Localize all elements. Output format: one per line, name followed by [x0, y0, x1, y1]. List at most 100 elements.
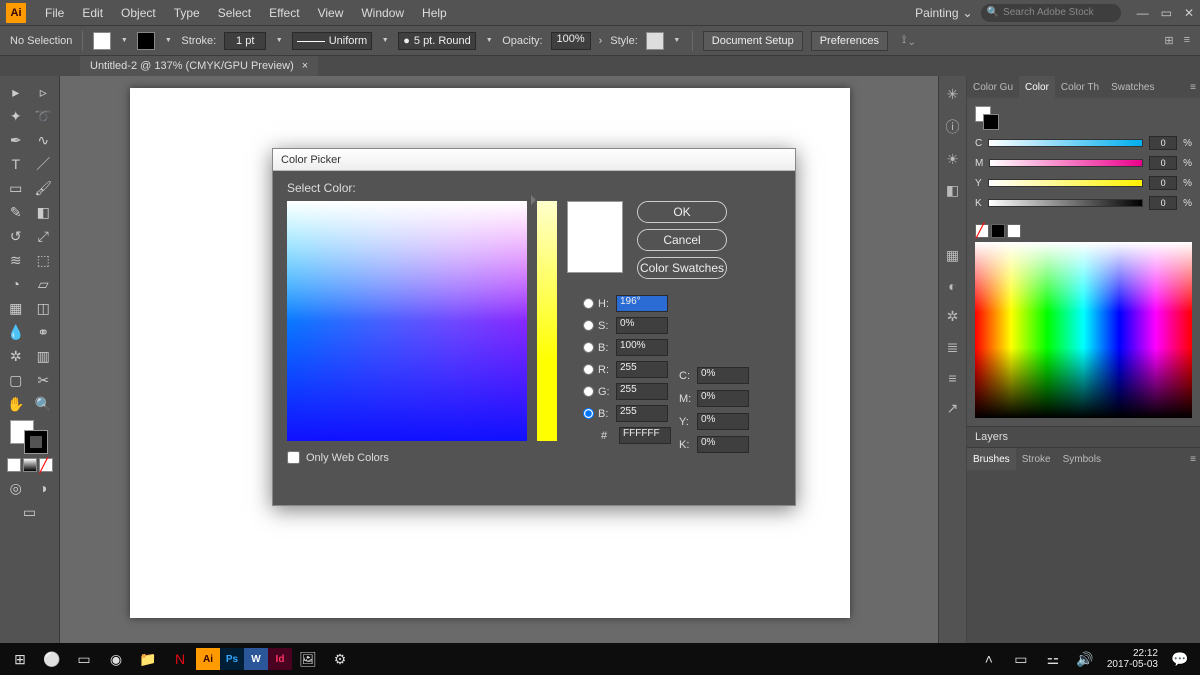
perspective-tool[interactable]: ▱: [30, 272, 58, 296]
y2-input[interactable]: 0%: [697, 413, 749, 430]
window-close-icon[interactable]: ✕: [1184, 6, 1194, 20]
eyedropper-tool[interactable]: 💧: [2, 320, 30, 344]
white-swatch-icon[interactable]: [1007, 224, 1021, 238]
brushes-icon[interactable]: ◐: [948, 278, 956, 294]
word-icon[interactable]: W: [244, 648, 268, 670]
tab-color[interactable]: Color: [1019, 76, 1055, 98]
opacity-arrow-icon[interactable]: ›: [599, 35, 603, 47]
line-tool[interactable]: ／: [30, 152, 58, 176]
chrome-icon[interactable]: ◉: [100, 645, 132, 673]
b-input[interactable]: 100%: [616, 339, 668, 356]
tab-symbols[interactable]: Symbols: [1057, 448, 1107, 470]
shaper-tool[interactable]: ✎: [2, 200, 30, 224]
cortana-search-icon[interactable]: ⚪: [36, 645, 68, 673]
draw-mode-icon[interactable]: ◑: [30, 476, 58, 500]
width-tool[interactable]: ≋: [2, 248, 30, 272]
notification-icon[interactable]: 💬: [1164, 645, 1196, 673]
menu-select[interactable]: Select: [209, 2, 260, 24]
k-slider[interactable]: [988, 199, 1143, 207]
stroke-dropdown[interactable]: ▼: [163, 33, 173, 49]
align-icon[interactable]: ≣: [947, 339, 959, 356]
curvature-tool[interactable]: ∿: [30, 128, 58, 152]
direct-selection-tool[interactable]: ▹: [30, 80, 58, 104]
eraser-tool[interactable]: ◧: [30, 200, 58, 224]
stroke-profile[interactable]: Uniform: [292, 32, 372, 50]
hand-tool[interactable]: ✋: [2, 392, 30, 416]
window-restore-icon[interactable]: ▭: [1161, 6, 1172, 20]
type-tool[interactable]: T: [2, 152, 30, 176]
close-tab-icon[interactable]: ×: [302, 60, 308, 72]
s-radio[interactable]: [583, 320, 594, 331]
lasso-tool[interactable]: ➰: [30, 104, 58, 128]
free-transform-tool[interactable]: ⬚: [30, 248, 58, 272]
tab-stroke[interactable]: Stroke: [1016, 448, 1057, 470]
style-dropdown[interactable]: ▼: [672, 33, 682, 49]
ok-button[interactable]: OK: [637, 201, 727, 223]
color-field[interactable]: [287, 201, 527, 441]
k-value[interactable]: [1149, 196, 1177, 210]
color-gradient-icon[interactable]: [23, 458, 37, 472]
hex-input[interactable]: FFFFFF: [619, 427, 671, 444]
blend-tool[interactable]: ⚭: [30, 320, 58, 344]
search-stock-input[interactable]: 🔍 Search Adobe Stock: [981, 4, 1121, 22]
selection-tool[interactable]: ▸: [2, 80, 30, 104]
menu-view[interactable]: View: [309, 2, 353, 24]
tab-brushes[interactable]: Brushes: [967, 448, 1016, 470]
window-minimize-icon[interactable]: —: [1137, 6, 1149, 20]
menu-edit[interactable]: Edit: [73, 2, 112, 24]
profile-dropdown[interactable]: ▼: [380, 33, 390, 49]
m2-input[interactable]: 0%: [697, 390, 749, 407]
change-screen-mode-tool[interactable]: ▭: [2, 500, 57, 524]
slice-tool[interactable]: ✂: [30, 368, 58, 392]
panel-layers-header[interactable]: Layers: [967, 426, 1200, 448]
stroke-weight-input[interactable]: 1 pt: [224, 32, 266, 50]
y-slider[interactable]: [988, 179, 1143, 187]
magic-wand-tool[interactable]: ✦: [2, 104, 30, 128]
volume-icon[interactable]: 🔊: [1069, 645, 1101, 673]
rectangle-tool[interactable]: ▭: [2, 176, 30, 200]
align-icon[interactable]: ⟟ ⌄: [902, 34, 914, 47]
column-graph-tool[interactable]: ▥: [30, 344, 58, 368]
task-view-icon[interactable]: ▭: [68, 645, 100, 673]
color-spectrum[interactable]: [975, 242, 1192, 418]
transform-icon[interactable]: ◧: [946, 182, 959, 199]
stroke-swatch[interactable]: [137, 32, 155, 50]
m-value[interactable]: [1149, 156, 1177, 170]
m-slider[interactable]: [989, 159, 1143, 167]
opacity-input[interactable]: 100%: [551, 32, 591, 50]
color-none-icon[interactable]: ╱: [39, 458, 53, 472]
y-value[interactable]: [1149, 176, 1177, 190]
style-swatch[interactable]: [646, 32, 664, 50]
black-swatch-icon[interactable]: [991, 224, 1005, 238]
none-swatch-icon[interactable]: ╱: [975, 224, 989, 238]
panel-menu-icon[interactable]: ≡: [1186, 454, 1200, 465]
tab-swatches[interactable]: Swatches: [1105, 76, 1160, 98]
transform-panel-icon[interactable]: ⊞: [1164, 34, 1173, 47]
tab-color-guide[interactable]: Color Gu: [967, 76, 1019, 98]
pen-tool[interactable]: ✒: [2, 128, 30, 152]
info-icon[interactable]: ⓘ: [946, 117, 960, 137]
cancel-button[interactable]: Cancel: [637, 229, 727, 251]
c-value[interactable]: [1149, 136, 1177, 150]
menu-type[interactable]: Type: [165, 2, 209, 24]
photoshop-icon[interactable]: Ps: [220, 648, 244, 670]
wifi-icon[interactable]: ⚍: [1037, 645, 1069, 673]
b2-input[interactable]: 255: [616, 405, 668, 422]
preferences-button[interactable]: Preferences: [811, 31, 888, 51]
swatches-icon[interactable]: ▦: [946, 247, 959, 264]
k2-input[interactable]: 0%: [697, 436, 749, 453]
illustrator-taskbar-icon[interactable]: Ai: [196, 648, 220, 670]
fill-stroke-control[interactable]: [10, 420, 50, 454]
c2-input[interactable]: 0%: [697, 367, 749, 384]
indesign-icon[interactable]: Id: [268, 648, 292, 670]
b-radio[interactable]: [583, 342, 594, 353]
hue-slider[interactable]: [537, 201, 557, 441]
artboard-tool[interactable]: ▢: [2, 368, 30, 392]
r-input[interactable]: 255: [616, 361, 668, 378]
compass-icon[interactable]: ✳: [947, 86, 959, 103]
battery-icon[interactable]: ▭: [1005, 645, 1037, 673]
symbols-icon[interactable]: ✲: [947, 308, 959, 325]
menu-object[interactable]: Object: [112, 2, 165, 24]
color-swatches-button[interactable]: Color Swatches: [637, 257, 727, 279]
b2-radio[interactable]: [583, 408, 594, 419]
